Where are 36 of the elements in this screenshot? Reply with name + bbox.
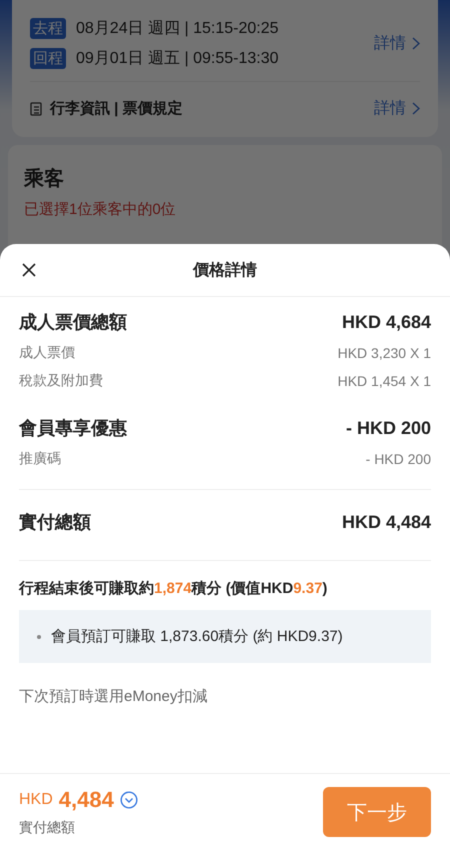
price-amount: HKD 4,684 (342, 312, 431, 332)
expand-icon (120, 791, 138, 809)
sheet-title: 價格詳情 (193, 260, 257, 280)
price-amount: - HKD 200 (346, 418, 431, 438)
emoney-note: 下次預訂時選用eMoney扣減 (19, 687, 208, 706)
total-label: 實付總額 (19, 819, 76, 837)
points-detail: 會員預訂可賺取 1,873.60積分 (約 HKD9.37) (51, 627, 343, 646)
next-button[interactable]: 下一步 (323, 787, 431, 837)
price-label: 推廣碼 (19, 450, 61, 468)
total-amount: HKD 4,484 (342, 512, 431, 532)
total-price: 4,484 (58, 787, 114, 813)
document-icon (30, 102, 42, 116)
chevron-right-icon (412, 102, 420, 115)
passenger-status: 已選擇1位乘客中的0位 (24, 200, 177, 219)
points-note: 行程結束後可賺取約1,874積分 (價值HKD9.37) (19, 579, 328, 598)
price-label: 成人票價 (19, 344, 75, 362)
details-link[interactable]: 詳情 (374, 33, 420, 54)
trip-tag: 去程 (30, 18, 66, 39)
trip-tag: 回程 (30, 48, 66, 69)
close-icon (22, 263, 36, 277)
flight-time: 09月01日 週五 | 09:55-13:30 (76, 49, 278, 69)
currency: HKD (19, 791, 53, 809)
close-button[interactable] (20, 261, 38, 279)
price-label: 稅款及附加費 (19, 372, 103, 390)
price-label: 會員專享優惠 (19, 417, 127, 440)
total-label: 實付總額 (19, 511, 91, 534)
details-link[interactable]: 詳情 (374, 98, 420, 119)
price-label: 成人票價總額 (19, 311, 127, 334)
price-amount: - HKD 200 (366, 451, 431, 467)
chevron-right-icon (412, 37, 420, 50)
price-amount: HKD 1,454 X 1 (338, 373, 431, 389)
baggage-info: 行李資訊 | 票價規定 (50, 99, 183, 118)
flight-time: 08月24日 週四 | 15:15-20:25 (76, 19, 278, 39)
bullet-icon (37, 634, 41, 638)
section-title: 乘客 (24, 166, 65, 192)
price-amount: HKD 3,230 X 1 (338, 345, 431, 361)
